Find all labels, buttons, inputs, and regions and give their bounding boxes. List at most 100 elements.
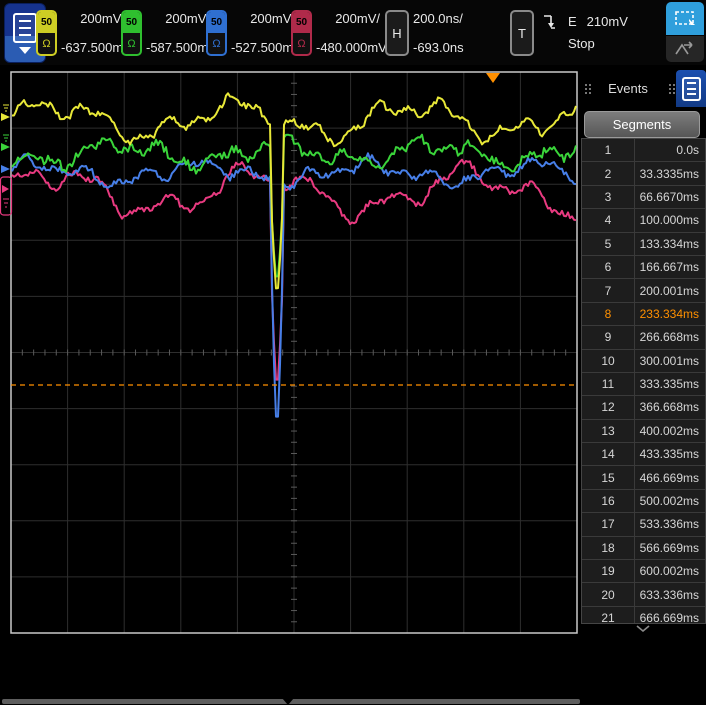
channel-2-badge[interactable]: 50 Ω [121, 10, 142, 56]
segment-row[interactable]: 20633.336ms [582, 583, 705, 606]
segment-time: 133.334ms [635, 237, 705, 251]
segment-row[interactable]: 6166.667ms [582, 256, 705, 279]
trigger-position-icon[interactable] [486, 73, 500, 83]
channel-3-marker[interactable] [1, 165, 10, 173]
segment-row[interactable]: 18566.669ms [582, 537, 705, 560]
horizontal-label: H [392, 26, 401, 41]
channel-4-group: 50 Ω 200mV/ -480.000mV [291, 10, 380, 56]
waveform-pan-button[interactable] [666, 36, 704, 62]
channel-1-scale: 200mV/ [61, 11, 125, 26]
trigger-label: T [518, 26, 526, 41]
segment-row[interactable]: 9266.668ms [582, 326, 705, 349]
drag-grip-icon[interactable] [669, 84, 671, 86]
segment-row[interactable]: 5133.334ms [582, 233, 705, 256]
segment-number: 16 [582, 490, 635, 512]
display-tool-buttons [666, 2, 704, 63]
channel-2-scale: 200mV/ [146, 11, 210, 26]
segment-number: 17 [582, 513, 635, 535]
ohm-icon: Ω [293, 33, 310, 54]
horizontal-badge[interactable]: H [385, 10, 409, 56]
segment-row[interactable]: 10300.001ms [582, 350, 705, 373]
segment-time: 233.334ms [635, 307, 705, 321]
segment-number: 9 [582, 326, 635, 348]
segment-number: 5 [582, 233, 635, 255]
segment-number: 20 [582, 583, 635, 605]
segment-row[interactable]: 366.6670ms [582, 186, 705, 209]
scrollbar-notch-icon [282, 698, 294, 705]
segment-row[interactable]: 13400.002ms [582, 420, 705, 443]
segment-row[interactable]: 10.0s [582, 139, 705, 162]
horizontal-readout[interactable]: 200.0ns/ -693.0ns [413, 10, 483, 56]
segment-row[interactable]: 16500.002ms [582, 490, 705, 513]
channel-2-readout[interactable]: 200mV/ -587.500mV [146, 10, 210, 56]
segment-number: 3 [582, 186, 635, 208]
segment-time: 200.001ms [635, 284, 705, 298]
segment-row[interactable]: 12366.668ms [582, 396, 705, 419]
menu-list-icon [13, 13, 37, 43]
channel-1-offset: -637.500mV [61, 40, 125, 55]
timebase-delay: -693.0ns [413, 40, 483, 55]
trigger-mode: E [568, 14, 577, 29]
channel-1-badge[interactable]: 50 Ω [36, 10, 57, 56]
segment-time: 100.000ms [635, 213, 705, 227]
menu-list-icon [682, 77, 701, 101]
channel-4-impedance: 50 [293, 12, 310, 33]
channel-2-marker[interactable] [1, 135, 10, 151]
waveform-display[interactable] [0, 65, 580, 640]
ohm-icon: Ω [208, 33, 225, 54]
scroll-down-chevron[interactable] [580, 625, 706, 632]
events-panel-title: Events [592, 81, 664, 96]
segment-time: 633.336ms [635, 588, 705, 602]
segment-row[interactable]: 15466.669ms [582, 466, 705, 489]
segment-number: 13 [582, 420, 635, 442]
segment-time: 300.001ms [635, 354, 705, 368]
trigger-badge[interactable]: T [510, 10, 534, 56]
segment-row[interactable]: 21666.669ms [582, 607, 705, 624]
events-panel-header[interactable]: Events [580, 70, 706, 107]
channel-3-impedance: 50 [208, 12, 225, 33]
segment-row[interactable]: 4100.000ms [582, 209, 705, 232]
channel-3-badge[interactable]: 50 Ω [206, 10, 227, 56]
segment-time: 366.668ms [635, 400, 705, 414]
acquisition-status: Stop [568, 36, 628, 51]
falling-edge-icon [542, 11, 558, 31]
segment-row[interactable]: 8233.334ms [582, 303, 705, 326]
segment-time: 400.002ms [635, 424, 705, 438]
segment-row[interactable]: 7200.001ms [582, 279, 705, 302]
segment-time: 566.669ms [635, 541, 705, 555]
segment-number: 1 [582, 139, 635, 161]
channel-2-group: 50 Ω 200mV/ -587.500mV [121, 10, 210, 56]
segment-row[interactable]: 17533.336ms [582, 513, 705, 536]
segment-time: 33.3335ms [635, 167, 705, 181]
segment-time: 600.002ms [635, 564, 705, 578]
zoom-select-button[interactable] [666, 2, 704, 35]
events-panel: Events Segments 10.0s233.3335ms366.6670m… [580, 65, 706, 640]
segment-number: 8 [582, 303, 635, 325]
channel-1-readout[interactable]: 200mV/ -637.500mV [61, 10, 125, 56]
segment-time: 66.6670ms [635, 190, 705, 204]
segment-time: 0.0s [635, 143, 705, 157]
events-menu-button[interactable] [676, 70, 706, 107]
horizontal-group: H 200.0ns/ -693.0ns [385, 10, 483, 56]
segments-button[interactable]: Segments [584, 111, 700, 138]
drag-grip-icon[interactable] [585, 84, 587, 86]
channel-3-scale: 200mV/ [231, 11, 295, 26]
channel-1-group: 50 Ω 200mV/ -637.500mV [36, 10, 125, 56]
segment-number: 2 [582, 162, 635, 184]
channel-1-marker[interactable] [1, 105, 10, 121]
zoom-select-icon [673, 9, 697, 29]
segment-time: 500.002ms [635, 494, 705, 508]
segment-row[interactable]: 14433.335ms [582, 443, 705, 466]
segment-time: 266.668ms [635, 330, 705, 344]
segment-number: 18 [582, 537, 635, 559]
segment-number: 7 [582, 279, 635, 301]
segment-row[interactable]: 11333.335ms [582, 373, 705, 396]
channel-3-readout[interactable]: 200mV/ -527.500mV [231, 10, 295, 56]
segment-time: 333.335ms [635, 377, 705, 391]
segment-row[interactable]: 233.3335ms [582, 162, 705, 185]
segment-row[interactable]: 19600.002ms [582, 560, 705, 583]
channel-4-readout[interactable]: 200mV/ -480.000mV [316, 10, 380, 56]
channel-4-badge[interactable]: 50 Ω [291, 10, 312, 56]
channel-4-marker[interactable] [1, 177, 12, 215]
timebase-scale: 200.0ns/ [413, 11, 483, 26]
